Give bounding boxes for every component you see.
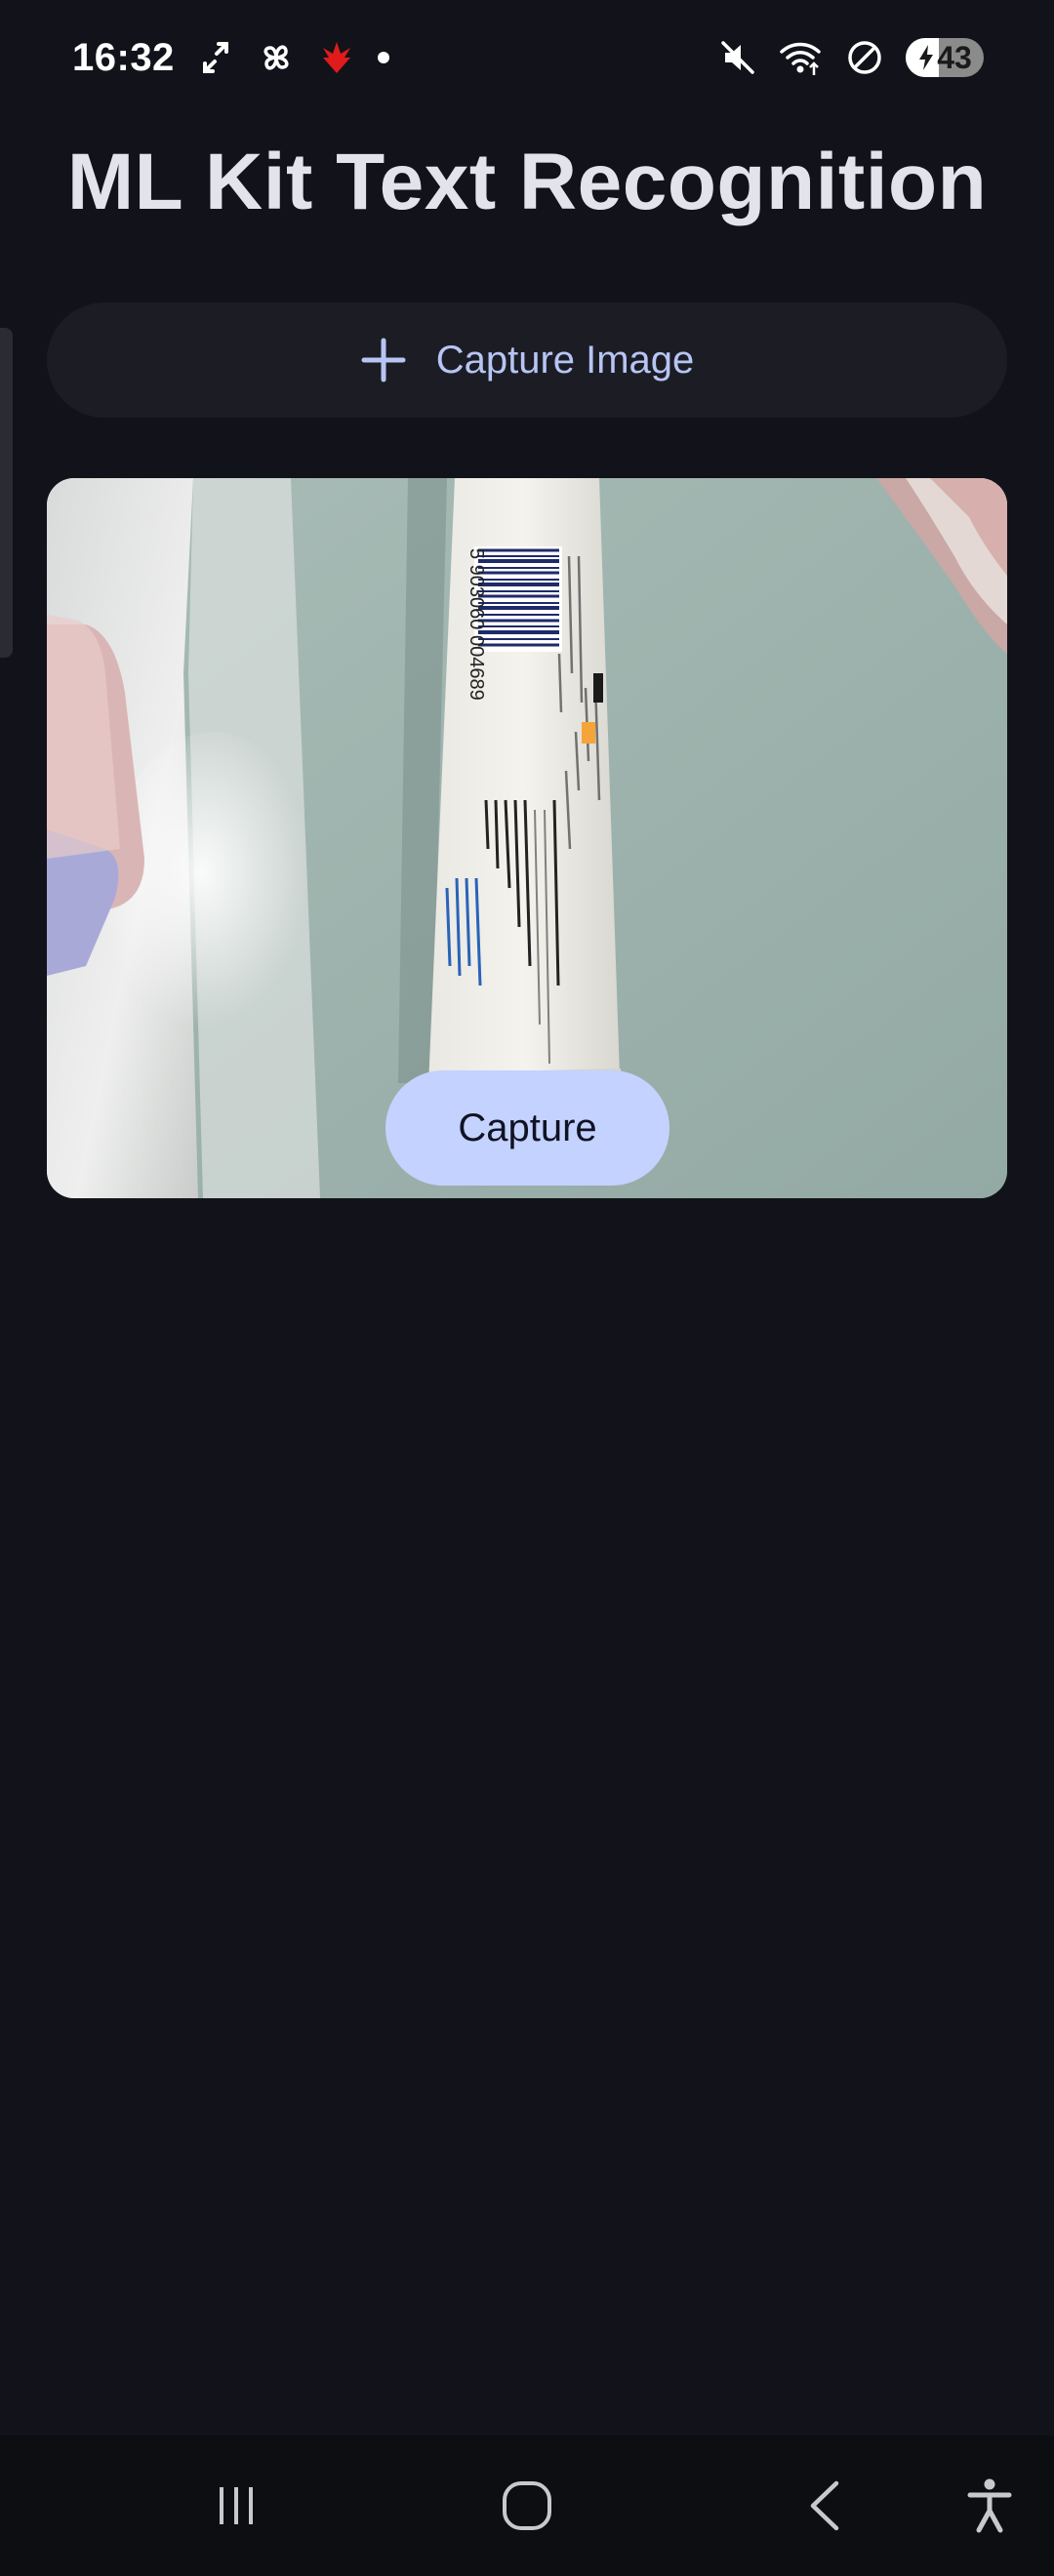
back-icon: [810, 2480, 839, 2531]
pinwheel-icon: [257, 38, 296, 77]
back-button[interactable]: [790, 2471, 861, 2541]
capture-image-button[interactable]: Capture Image: [47, 302, 1007, 418]
battery-icon: 43: [906, 38, 984, 77]
mute-icon: [718, 38, 757, 77]
app-screen: 16:32 43 ML Kit Text Recognition Capture…: [0, 0, 1054, 2576]
capture-button[interactable]: Capture: [385, 1070, 669, 1186]
orange-label: [582, 722, 595, 744]
wifi-icon: [779, 38, 824, 77]
plus-icon: [360, 337, 407, 383]
recent-apps-icon: [220, 2487, 253, 2524]
status-bar: 16:32 43: [0, 0, 1054, 115]
home-button[interactable]: [492, 2471, 562, 2541]
status-bar-right: 43: [718, 38, 984, 77]
accessibility-button[interactable]: [954, 2471, 1025, 2541]
notification-dot: [377, 52, 389, 63]
battery-percent: 43: [937, 39, 972, 75]
red-lotus-app-icon: [317, 38, 356, 77]
accessibility-icon: [967, 2478, 1012, 2533]
status-bar-left: 16:32: [72, 36, 389, 80]
navigation-bar: [0, 2435, 1054, 2576]
capture-image-label: Capture Image: [435, 338, 695, 382]
edge-panel-handle[interactable]: [0, 328, 13, 658]
recent-apps-button[interactable]: [201, 2471, 271, 2541]
page-title: ML Kit Text Recognition: [66, 138, 988, 226]
link-icon: [196, 38, 235, 77]
home-icon: [503, 2481, 551, 2530]
barcode-number: 5 903060 004689: [466, 548, 487, 701]
charging-bolt-icon: [919, 45, 934, 70]
do-not-disturb-icon: [845, 38, 884, 77]
status-time: 16:32: [72, 35, 175, 79]
